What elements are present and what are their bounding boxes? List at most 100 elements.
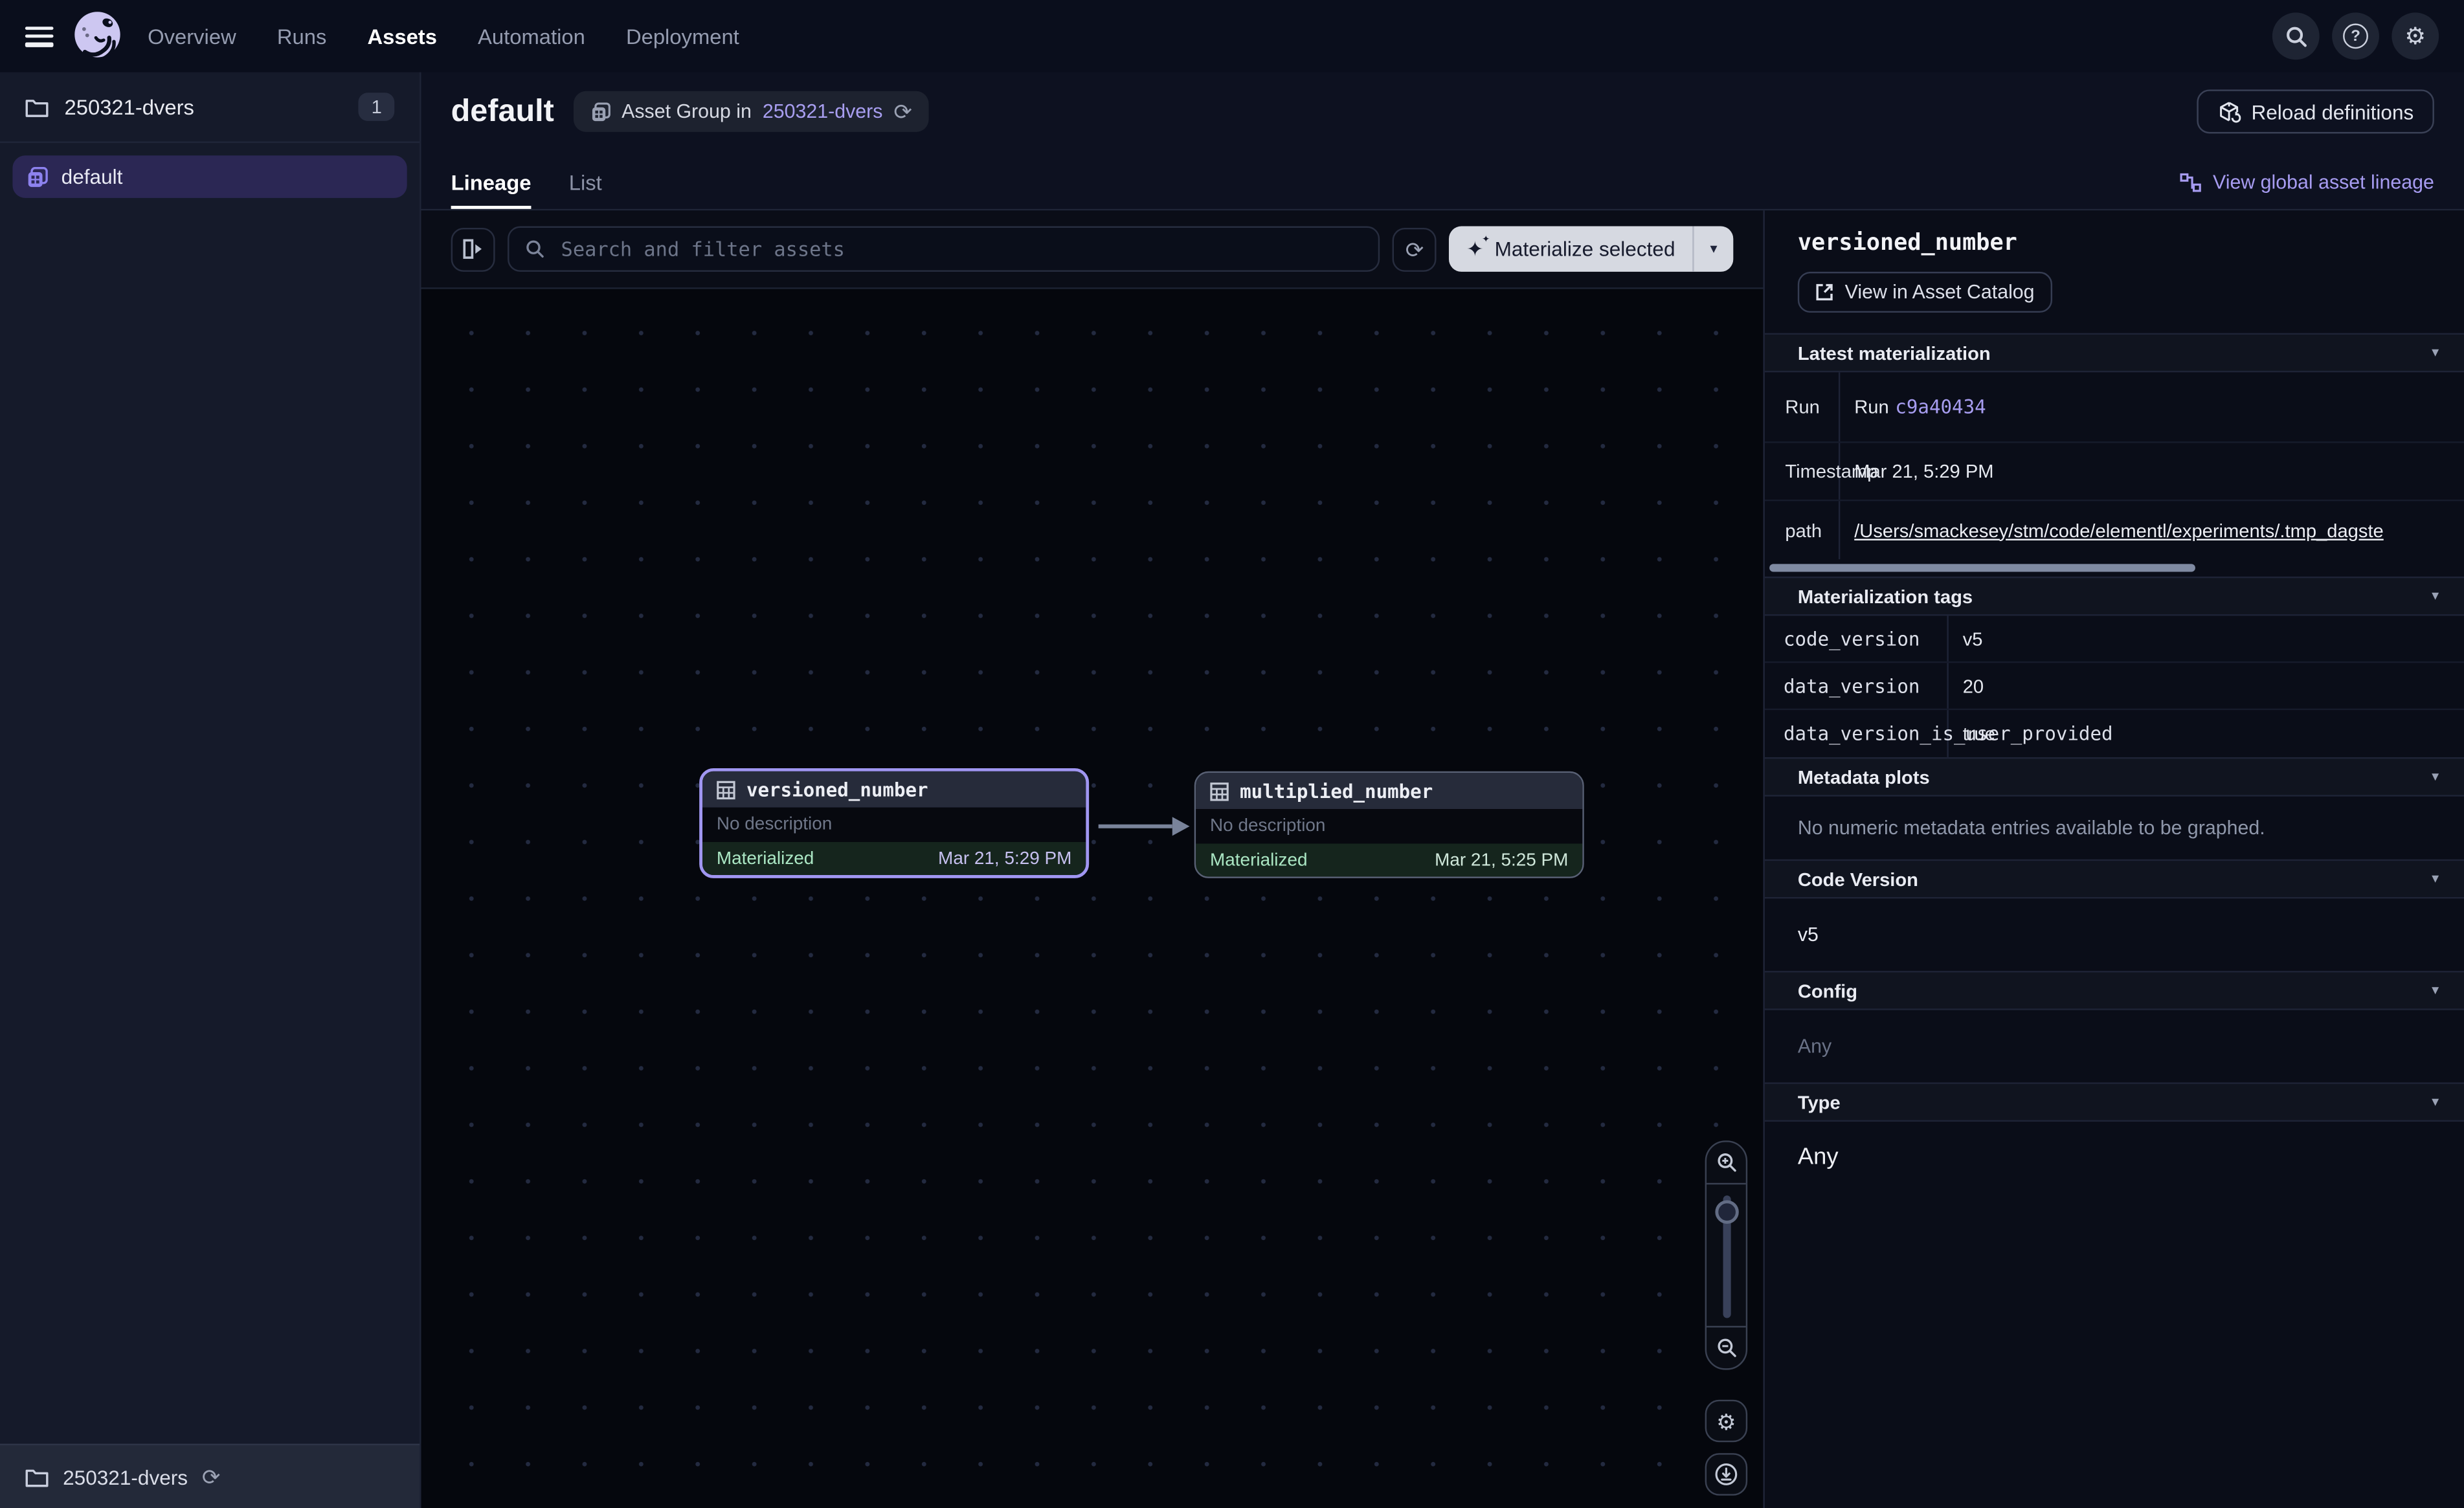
zoom-slider-handle[interactable] xyxy=(1714,1200,1738,1223)
section-heading: Config xyxy=(1798,979,1857,1001)
table-row: Timestamp Mar 21, 5:29 PM xyxy=(1765,443,2464,501)
view-global-asset-lineage-link[interactable]: View global asset lineage xyxy=(2180,172,2434,209)
section-heading: Type xyxy=(1798,1091,1841,1113)
nav-item-overview[interactable]: Overview xyxy=(148,25,236,48)
refresh-icon[interactable]: ⟳ xyxy=(202,1466,220,1488)
lineage-graph-icon xyxy=(2180,172,2202,193)
asset-node-description: No description xyxy=(1210,817,1325,836)
section-metadata-plots[interactable]: Metadata plots ▾ xyxy=(1765,757,2464,797)
row-key: Run xyxy=(1765,372,1841,441)
reload-definitions-icon xyxy=(2217,100,2240,123)
nav-item-runs[interactable]: Runs xyxy=(277,25,326,48)
search-button[interactable] xyxy=(2272,12,2320,60)
asset-group-icon xyxy=(590,102,611,122)
sidebar-item-default[interactable]: default xyxy=(12,155,407,198)
table-row: Run Run c9a40434 xyxy=(1765,372,2464,443)
run-id-link[interactable]: c9a40434 xyxy=(1895,396,1986,418)
page-title: default xyxy=(451,93,554,129)
nav-items: Overview Runs Assets Automation Deployme… xyxy=(148,25,739,48)
graph-settings-button[interactable]: ⚙ xyxy=(1705,1400,1748,1443)
gear-icon: ⚙ xyxy=(2404,25,2426,48)
asset-node-status: Materialized xyxy=(1210,850,1307,869)
caret-down-icon: ▾ xyxy=(2432,1093,2439,1111)
help-button[interactable]: ? xyxy=(2332,12,2379,60)
horizontal-scrollbar[interactable] xyxy=(1769,564,2464,571)
config-value: Any xyxy=(1765,1010,2464,1083)
lineage-edge xyxy=(421,289,1764,1508)
nav-item-deployment[interactable]: Deployment xyxy=(626,25,739,48)
nav-item-assets[interactable]: Assets xyxy=(367,25,436,48)
sidebar: 250321-dvers 1 default 250321-dvers ⟳ xyxy=(0,72,421,1508)
type-value: Any xyxy=(1765,1122,2464,1192)
view-in-asset-catalog-button[interactable]: View in Asset Catalog xyxy=(1798,272,2052,313)
row-key: Timestamp xyxy=(1765,443,1841,499)
help-icon: ? xyxy=(2343,23,2368,49)
asset-group-badge: Asset Group in 250321-dvers ⟳ xyxy=(573,91,930,132)
asset-node-timestamp: Mar 21, 5:29 PM xyxy=(938,849,1071,868)
collapse-panel-button[interactable] xyxy=(451,227,495,271)
asset-node-multiplied-number[interactable]: multiplied_number No description Materia… xyxy=(1194,771,1584,878)
tag-row: data_version 20 xyxy=(1765,663,2464,710)
run-prefix: Run xyxy=(1854,396,1888,418)
tag-key: data_version xyxy=(1765,663,1949,708)
caret-down-icon: ▾ xyxy=(2432,768,2439,786)
hamburger-menu-icon[interactable] xyxy=(25,26,54,47)
badge-code-location-link[interactable]: 250321-dvers xyxy=(763,100,883,122)
gear-icon: ⚙ xyxy=(1716,1410,1736,1432)
view-in-asset-catalog-label: View in Asset Catalog xyxy=(1845,281,2035,303)
lineage-canvas[interactable]: versioned_number No description Material… xyxy=(421,289,1764,1508)
asset-node-timestamp: Mar 21, 5:25 PM xyxy=(1435,850,1568,869)
section-config[interactable]: Config ▾ xyxy=(1765,971,2464,1010)
search-icon xyxy=(2284,25,2307,48)
tab-lineage[interactable]: Lineage xyxy=(451,172,532,209)
section-code-version[interactable]: Code Version ▾ xyxy=(1765,859,2464,899)
caret-down-icon: ▾ xyxy=(1710,240,1717,258)
refresh-graph-button[interactable]: ⟳ xyxy=(1393,227,1437,271)
dagster-logo[interactable] xyxy=(69,8,126,64)
materialize-selected-button[interactable]: ✦✦ Materialize selected ▾ xyxy=(1449,227,1733,272)
section-latest-materialization[interactable]: Latest materialization ▾ xyxy=(1765,333,2464,373)
folder-icon xyxy=(25,96,49,117)
sidebar-group-250321-dvers[interactable]: 250321-dvers 1 xyxy=(0,72,420,143)
metadata-plots-empty-message: No numeric metadata entries available to… xyxy=(1765,797,2464,859)
section-heading: Materialization tags xyxy=(1798,585,1973,607)
section-type[interactable]: Type ▾ xyxy=(1765,1082,2464,1122)
asset-node-description: No description xyxy=(717,815,832,834)
sparkle-icon: ✦✦ xyxy=(1466,239,1483,260)
materialize-selected-label: Materialize selected xyxy=(1495,238,1675,261)
section-materialization-tags[interactable]: Materialization tags ▾ xyxy=(1765,577,2464,616)
zoom-slider[interactable] xyxy=(1707,1183,1746,1327)
table-icon xyxy=(1210,782,1229,801)
view-global-asset-lineage-label: View global asset lineage xyxy=(2213,172,2434,194)
zoom-in-button[interactable] xyxy=(1707,1142,1746,1183)
caret-down-icon: ▾ xyxy=(2432,344,2439,362)
zoom-out-button[interactable] xyxy=(1707,1327,1746,1368)
table-row: path /Users/smackesey/stm/code/elementl/… xyxy=(1765,501,2464,559)
lineage-graph-pane: ⟳ ✦✦ Materialize selected ▾ xyxy=(421,210,1764,1508)
canvas-controls: ⚙ xyxy=(1705,1140,1748,1496)
panel-toggle-icon xyxy=(462,239,484,260)
settings-button[interactable]: ⚙ xyxy=(2391,12,2439,60)
section-heading: Metadata plots xyxy=(1798,766,1930,788)
zoom-out-icon xyxy=(1715,1337,1737,1359)
asset-details-panel: versioned_number View in Asset Catalog L… xyxy=(1763,210,2464,1508)
asset-node-name: versioned_number xyxy=(746,779,928,801)
tab-list[interactable]: List xyxy=(569,172,602,209)
download-image-button[interactable] xyxy=(1705,1453,1748,1496)
top-nav: Overview Runs Assets Automation Deployme… xyxy=(0,0,2464,72)
materialize-dropdown-button[interactable]: ▾ xyxy=(1694,227,1734,272)
caret-down-icon: ▾ xyxy=(2432,982,2439,999)
tag-row: code_version v5 xyxy=(1765,616,2464,663)
reload-definitions-button[interactable]: Reload definitions xyxy=(2196,89,2434,133)
graph-toolbar: ⟳ ✦✦ Materialize selected ▾ xyxy=(421,210,1764,289)
download-icon xyxy=(1714,1463,1738,1486)
search-input[interactable] xyxy=(558,236,1363,262)
code-version-value: v5 xyxy=(1765,898,2464,971)
refresh-icon[interactable]: ⟳ xyxy=(893,100,912,122)
nav-item-automation[interactable]: Automation xyxy=(478,25,585,48)
asset-name-title: versioned_number xyxy=(1798,231,2431,256)
asset-node-versioned-number[interactable]: versioned_number No description Material… xyxy=(699,768,1089,878)
asset-group-icon xyxy=(27,166,49,188)
scrollbar-thumb[interactable] xyxy=(1769,564,2195,571)
path-link[interactable]: /Users/smackesey/stm/code/elementl/exper… xyxy=(1854,519,2384,541)
